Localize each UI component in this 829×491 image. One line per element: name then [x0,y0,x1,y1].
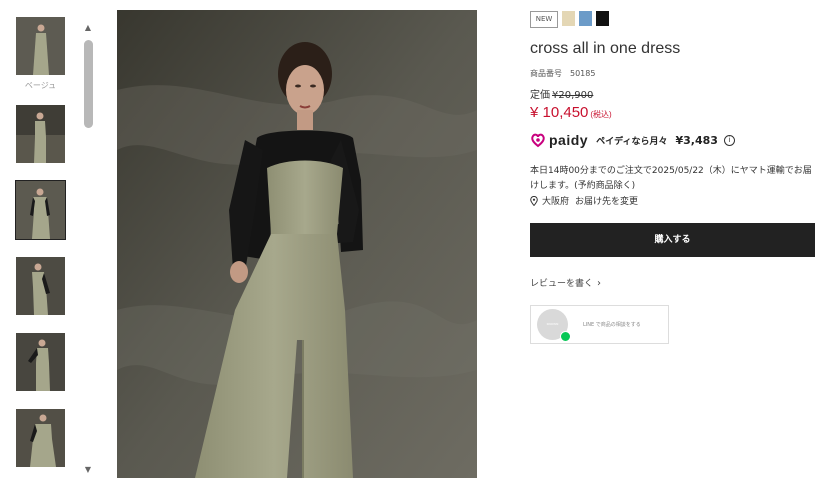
thumbnail-caption: ベージュ [24,81,57,90]
sale-price: ¥ 10,450 [530,104,589,121]
thumbnail-1[interactable] [16,17,65,75]
list-price-value: ¥20,900 [552,90,594,101]
paidy-text: ペイディなら月々 [596,136,668,147]
info-icon[interactable]: i [723,134,735,146]
sale-price-row: ¥ 10,450 (税込) [530,104,612,121]
chevron-right-icon: › [597,278,602,289]
new-badge: NEW [530,11,558,28]
line-icon [560,331,571,342]
buy-button[interactable]: 購入する [530,223,815,257]
change-destination-link[interactable]: お届け先を変更 [575,194,638,207]
line-consult-button[interactable]: KNOWN LINE で商品の相談をする [530,305,669,344]
thumbnail-2[interactable] [16,105,65,163]
color-swatch-black[interactable] [596,11,609,26]
color-swatch-blue[interactable] [579,11,592,26]
location-pin-icon [530,195,538,206]
sku-label: 商品番号 [530,69,562,78]
paidy-installment-row: paidy ペイディなら月々 ¥3,483 i [530,130,735,150]
thumbnail-3[interactable] [15,180,66,240]
thumbnail-6[interactable] [16,409,65,467]
thumbnail-scrollbar-handle[interactable] [84,40,93,128]
sku-row: 商品番号 50185 [530,68,595,79]
product-info-panel: NEW cross all in one dress 商品番号 50185 定価 ¥… [530,0,820,491]
delivery-message: 本日14時00分までのご注文で2025/05/22（木）にヤマト運輸でお届けしま… [530,166,812,191]
paidy-monthly-amount: ¥3,483 [675,133,718,147]
tax-note: (税込) [590,110,612,119]
color-swatch-beige[interactable] [562,11,575,26]
main-product-image[interactable] [117,10,477,478]
paidy-logo: paidy [530,132,588,148]
delivery-location-row: 大阪府 お届け先を変更 [530,194,638,207]
product-title: cross all in one dress [530,40,681,57]
list-price-label: 定価 [530,90,550,101]
scroll-up-arrow[interactable]: ▲ [83,24,93,32]
paidy-wordmark: paidy [549,132,589,148]
sku-value: 50185 [570,69,596,78]
thumbnail-5[interactable] [16,333,65,391]
scroll-down-arrow[interactable]: ▼ [83,466,93,474]
paidy-icon [531,133,545,148]
line-consult-label: LINE で商品の相談をする [583,322,641,328]
staff-avatar: KNOWN [537,309,571,342]
list-price-row: 定価 ¥20,900 [530,86,593,101]
thumbnail-4[interactable] [16,257,65,315]
write-review-label: レビューを書く [530,279,594,289]
delivery-prefecture: 大阪府 [542,197,570,207]
staff-avatar-text: KNOWN [546,322,559,326]
write-review-link[interactable]: レビューを書く › [530,276,601,289]
thumbnail-list: ベージュ ▲ ▼ [0,0,96,491]
